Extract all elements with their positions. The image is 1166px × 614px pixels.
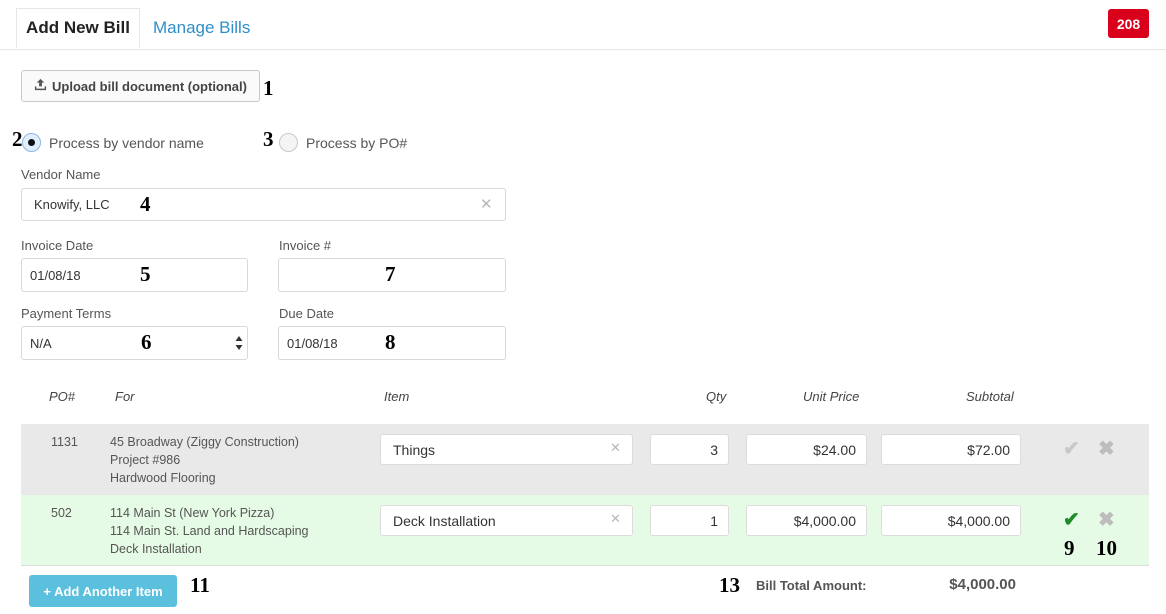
invoice-date-label: Invoice Date: [21, 238, 94, 253]
tab-manage-bills[interactable]: Manage Bills: [153, 8, 250, 48]
payment-terms-value: N/A: [30, 335, 52, 351]
row-for-line: 114 Main St (New York Pizza): [110, 506, 275, 520]
annotation-13: 13: [719, 573, 740, 597]
clear-vendor-icon[interactable]: ✕: [480, 195, 493, 213]
annotation-1: 1: [263, 76, 274, 100]
row-unit-price-input[interactable]: $4,000.00: [746, 505, 867, 536]
column-header-qty: Qty: [706, 389, 727, 404]
invoice-number-label: Invoice #: [279, 238, 332, 253]
row-item-input[interactable]: Things ✕: [380, 434, 633, 465]
remove-row-icon[interactable]: ✖: [1098, 436, 1115, 461]
row-subtotal-input[interactable]: $4,000.00: [881, 505, 1021, 536]
bill-total-value: $4,000.00: [949, 576, 1016, 593]
vendor-name-value: Knowify, LLC: [34, 197, 110, 212]
annotation-3: 3: [263, 127, 274, 151]
payment-terms-label: Payment Terms: [21, 306, 112, 321]
row-for-line: Project #986: [110, 453, 181, 467]
column-header-for: For: [115, 389, 135, 404]
annotation-8: 8: [385, 330, 396, 354]
due-date-label: Due Date: [279, 306, 334, 321]
row-for-line: Hardwood Flooring: [110, 471, 216, 485]
annotation-9: 9: [1064, 536, 1075, 560]
row-item-input[interactable]: Deck Installation ✕: [380, 505, 633, 536]
column-header-item: Item: [384, 389, 410, 404]
row-po: 502: [51, 506, 72, 520]
row-item-value: Things: [393, 441, 436, 458]
row-unit-price-input[interactable]: $24.00: [746, 434, 867, 465]
annotation-2: 2: [12, 127, 23, 151]
row-qty-input[interactable]: 3: [650, 434, 729, 465]
due-date-value: 01/08/18: [287, 335, 338, 351]
annotation-11: 11: [190, 573, 210, 597]
confirm-check-icon[interactable]: ✔: [1063, 436, 1080, 461]
row-for-line: 45 Broadway (Ziggy Construction): [110, 435, 299, 449]
select-arrows-icon: [235, 335, 243, 354]
row-item-value: Deck Installation: [393, 512, 496, 529]
clear-item-icon[interactable]: ✕: [610, 511, 621, 527]
vendor-name-label: Vendor Name: [21, 167, 101, 182]
row-subtotal-input[interactable]: $72.00: [881, 434, 1021, 465]
row-po: 1131: [51, 435, 78, 449]
row-for-line: 114 Main St. Land and Hardscaping: [110, 524, 309, 538]
row-for: 45 Broadway (Ziggy Construction) Project…: [110, 433, 299, 487]
remove-row-icon[interactable]: ✖: [1098, 507, 1115, 532]
tab-add-new-bill[interactable]: Add New Bill: [16, 8, 140, 48]
column-header-po: PO#: [49, 389, 76, 404]
invoice-date-input[interactable]: 01/08/18: [21, 258, 248, 292]
vendor-name-input[interactable]: Knowify, LLC ✕: [21, 188, 506, 221]
row-for: 114 Main St (New York Pizza) 114 Main St…: [110, 504, 309, 558]
row-qty-input[interactable]: 1: [650, 505, 729, 536]
invoice-date-value: 01/08/18: [30, 267, 81, 283]
radio-process-by-vendor-label: Process by vendor name: [49, 135, 204, 151]
radio-process-by-po[interactable]: [279, 133, 298, 152]
payment-terms-select[interactable]: N/A: [21, 326, 248, 360]
upload-bill-label: Upload bill document (optional): [52, 78, 247, 94]
radio-process-by-po-label: Process by PO#: [306, 135, 408, 151]
add-another-item-button[interactable]: + Add Another Item: [29, 575, 177, 607]
radio-process-by-vendor[interactable]: [22, 133, 41, 152]
annotation-6: 6: [141, 330, 152, 354]
column-header-subtotal: Subtotal: [966, 389, 1014, 404]
upload-icon: [34, 78, 47, 94]
annotation-7: 7: [385, 262, 396, 286]
clear-item-icon[interactable]: ✕: [610, 440, 621, 456]
notification-badge[interactable]: 208: [1108, 9, 1149, 38]
column-header-unit-price: Unit Price: [803, 389, 860, 404]
bill-total-label: Bill Total Amount:: [756, 578, 867, 593]
annotation-10: 10: [1096, 536, 1117, 560]
upload-bill-button[interactable]: Upload bill document (optional): [21, 70, 260, 102]
annotation-4: 4: [140, 192, 151, 216]
annotation-5: 5: [140, 262, 151, 286]
row-for-line: Deck Installation: [110, 542, 202, 556]
confirm-check-icon[interactable]: ✔: [1063, 507, 1080, 532]
